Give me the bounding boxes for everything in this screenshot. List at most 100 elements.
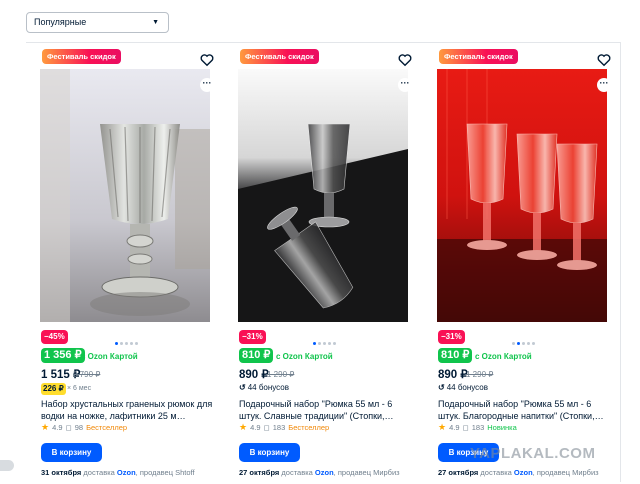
pagination-dot[interactable] — [517, 342, 520, 345]
discount-badge: −31% — [438, 330, 465, 344]
star-icon: ★ — [41, 422, 50, 432]
promo-badge: Фестиваль скидок — [240, 49, 319, 64]
product-card-1[interactable]: Фестиваль скидок ··· −45% 1 356 ₽ c Ozon… — [35, 44, 220, 484]
card-price-note: c Ozon Картой — [276, 352, 333, 361]
bonus-icon: ↺ — [438, 383, 445, 392]
delivery-date: 27 октября — [239, 468, 280, 477]
rating-value: 4.9 — [449, 423, 460, 432]
divider — [620, 42, 621, 482]
star-icon: ★ — [239, 422, 248, 432]
bonus-info: ↺ 44 бонусов — [438, 383, 488, 392]
sort-select-value: Популярные — [34, 17, 87, 27]
heart-icon[interactable] — [398, 53, 412, 67]
seller[interactable]: , продавец Мирбиз — [533, 468, 599, 477]
more-options-icon[interactable]: ··· — [398, 78, 412, 92]
delivery-info: 31 октября доставка Ozon, продавец Shtof… — [41, 468, 211, 478]
rating-row: ★ 4.9 ◻ 183 Новинка — [438, 422, 517, 433]
add-to-cart-button[interactable]: В корзину — [41, 443, 102, 462]
delivery-ozon: Ozon — [513, 468, 533, 477]
delivery-ozon: Ozon — [314, 468, 334, 477]
pagination-dot[interactable] — [527, 342, 530, 345]
pagination-dot[interactable] — [333, 342, 336, 345]
pagination-dot[interactable] — [512, 342, 515, 345]
heart-icon[interactable] — [597, 53, 611, 67]
delivery-label: доставка — [281, 468, 313, 477]
seller[interactable]: , продавец Shtoff — [136, 468, 195, 477]
installment-badge[interactable]: 226 ₽ — [41, 383, 66, 395]
promo-badge: Фестиваль скидок — [42, 49, 121, 64]
bonus-text: 44 бонусов — [247, 383, 289, 392]
rating-row: ★ 4.9 ◻ 98 Бестселлер — [41, 422, 127, 433]
divider — [26, 42, 621, 43]
pagination-dot[interactable] — [532, 342, 535, 345]
heart-icon[interactable] — [200, 53, 214, 67]
bonus-text: 44 бонусов — [446, 383, 488, 392]
rating-value: 4.9 — [250, 423, 261, 432]
installment-note: × 6 мес — [67, 385, 92, 392]
bestseller-badge: Бестселлер — [288, 423, 330, 432]
old-price: 1 290 ₽ — [267, 370, 295, 379]
image-pagination[interactable] — [313, 342, 336, 346]
delivery-date: 31 октября — [41, 468, 82, 477]
product-title[interactable]: Подарочный набор "Рюмка 55 мл - 6 штук. … — [239, 398, 415, 422]
pagination-dot[interactable] — [125, 342, 128, 345]
discount-badge: −31% — [239, 330, 266, 344]
more-options-icon[interactable]: ··· — [597, 78, 611, 92]
watermark: YAPLAKAL.COM — [470, 445, 596, 462]
reviews-count: 183 — [272, 423, 286, 432]
pagination-dot[interactable] — [115, 342, 118, 345]
new-badge: Новинка — [487, 423, 517, 432]
pagination-dot[interactable] — [130, 342, 133, 345]
product-image[interactable] — [238, 69, 408, 322]
product-image[interactable] — [437, 69, 607, 322]
bonus-info: ↺ 44 бонусов — [239, 383, 289, 392]
pagination-dot[interactable] — [328, 342, 331, 345]
card-price: 1 356 ₽ — [41, 348, 85, 363]
comment-icon: ◻ — [65, 423, 72, 432]
discount-badge: −45% — [41, 330, 68, 344]
seller[interactable]: , продавец Мирбиз — [334, 468, 400, 477]
delivery-info: 27 октября доставка Ozon, продавец Мирби… — [438, 468, 608, 478]
bonus-icon: ↺ — [239, 383, 246, 392]
add-to-cart-button[interactable]: В корзину — [239, 443, 300, 462]
delivery-label: доставка — [480, 468, 512, 477]
delivery-ozon: Ozon — [116, 468, 136, 477]
rating-row: ★ 4.9 ◻ 183 Бестселлер — [239, 422, 329, 433]
product-title[interactable]: Подарочный набор "Рюмка 55 мл - 6 штук. … — [438, 398, 614, 422]
image-pagination[interactable] — [512, 342, 535, 346]
product-card-3[interactable]: Фестиваль скидок ··· −31% 810 ₽ c Ozon К… — [432, 44, 617, 484]
rating-value: 4.9 — [52, 423, 63, 432]
product-image[interactable] — [40, 69, 210, 322]
reviews-count: 183 — [471, 423, 485, 432]
comment-icon: ◻ — [263, 423, 270, 432]
pagination-dot[interactable] — [313, 342, 316, 345]
product-card-2[interactable]: Фестиваль скидок ··· −31% 810 ₽ c Ozon К… — [233, 44, 418, 484]
card-price: 810 ₽ — [239, 348, 274, 363]
product-title[interactable]: Набор хрустальных граненых рюмок для вод… — [41, 398, 217, 422]
pagination-dot[interactable] — [120, 342, 123, 345]
old-price: 2 790 ₽ — [73, 370, 101, 379]
old-price: 1 290 ₽ — [466, 370, 494, 379]
scroll-handle[interactable] — [0, 460, 14, 471]
card-price-note: c Ozon Картой — [475, 352, 532, 361]
price: 890 ₽ — [438, 369, 468, 381]
delivery-label: доставка — [83, 468, 115, 477]
delivery-info: 27 октября доставка Ozon, продавец Мирби… — [239, 468, 409, 478]
star-icon: ★ — [438, 422, 447, 432]
card-price: 810 ₽ — [438, 348, 473, 363]
comment-icon: ◻ — [462, 423, 469, 432]
pagination-dot[interactable] — [135, 342, 138, 345]
pagination-dot[interactable] — [318, 342, 321, 345]
pagination-dot[interactable] — [522, 342, 525, 345]
more-options-icon[interactable]: ··· — [200, 78, 214, 92]
price: 890 ₽ — [239, 369, 269, 381]
promo-badge: Фестиваль скидок — [439, 49, 518, 64]
pagination-dot[interactable] — [323, 342, 326, 345]
bestseller-badge: Бестселлер — [86, 423, 128, 432]
chevron-down-icon: ▼ — [152, 19, 159, 26]
reviews-count: 98 — [74, 423, 84, 432]
card-price-note: c Ozon Картой — [81, 352, 138, 361]
delivery-date: 27 октября — [438, 468, 479, 477]
sort-select[interactable]: Популярные ▼ — [26, 12, 169, 33]
image-pagination[interactable] — [115, 342, 138, 346]
